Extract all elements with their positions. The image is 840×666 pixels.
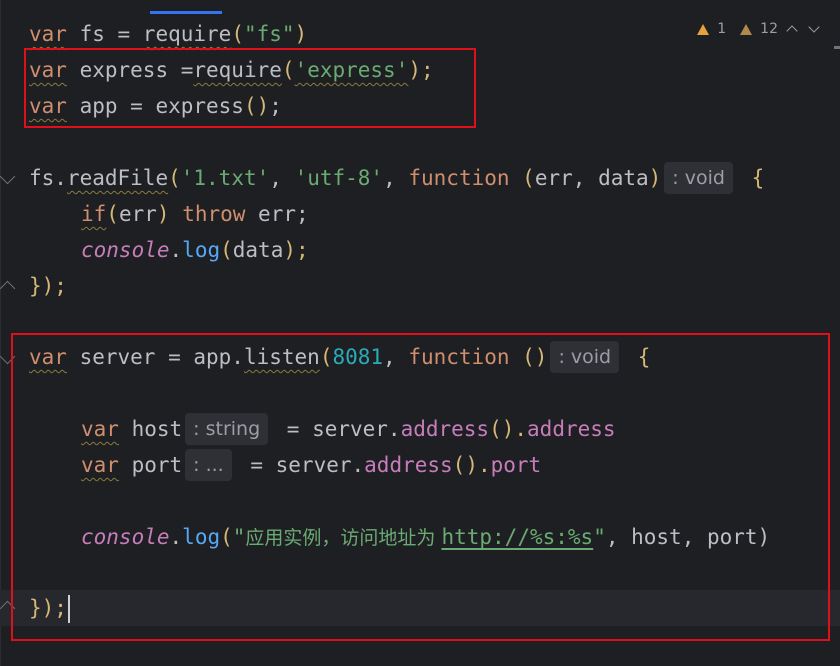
parameter: err — [534, 166, 573, 190]
paren: ( — [168, 166, 181, 190]
code-line[interactable]: var fs = require("fs") — [29, 16, 307, 52]
paren: ); — [283, 238, 309, 262]
inspections-widget[interactable]: 1 12 — [697, 18, 822, 40]
code-text: err — [118, 202, 157, 226]
method-call: log — [182, 238, 221, 262]
chevron-down-icon[interactable] — [808, 21, 820, 33]
warning-icon — [697, 23, 710, 35]
keyword: if — [81, 202, 107, 226]
string-literal: "fs" — [243, 22, 295, 46]
string-literal: '1.txt' — [180, 166, 270, 190]
paren: ) — [648, 166, 662, 190]
chevron-up-icon[interactable] — [786, 25, 798, 37]
code-editor[interactable]: 1 12 var fs = require("fs") var express … — [0, 0, 840, 666]
code-text: . — [169, 238, 183, 262]
code-text: , — [383, 166, 409, 190]
code-text: fs. — [29, 166, 67, 190]
paren: ) — [294, 22, 308, 46]
string-literal: 'utf-8' — [294, 166, 384, 190]
function-call: require — [142, 22, 232, 46]
function-call: readFile — [66, 166, 169, 190]
active-tab-indicator — [150, 11, 222, 14]
code-text: fs = — [66, 22, 143, 46]
code-line[interactable]: }); — [29, 268, 67, 304]
paren: ( — [220, 238, 233, 262]
code-line[interactable]: if(err) throw err; — [81, 196, 309, 232]
paren: ); — [41, 274, 67, 298]
paren: ( — [509, 166, 535, 190]
weak-warning-icon — [740, 23, 753, 35]
code-text: , — [269, 166, 295, 190]
scrollbar-marker[interactable] — [834, 46, 840, 49]
code-line[interactable]: fs.readFile('1.txt', 'utf-8', function (… — [29, 160, 764, 196]
gutter-divider — [0, 0, 1, 666]
keyword: throw — [169, 202, 246, 226]
keyword: var — [29, 22, 67, 46]
weak-warning-count: 12 — [760, 21, 778, 37]
parameter: data — [598, 166, 649, 190]
code-text: , — [572, 166, 599, 190]
code-text: data — [232, 238, 284, 262]
code-line[interactable]: console.log(data); — [81, 232, 309, 268]
brace: } — [29, 274, 42, 298]
paren: ) — [156, 202, 170, 226]
inlay-type-hint[interactable]: : void — [664, 162, 733, 194]
warning-count: 1 — [717, 21, 727, 37]
paren: ( — [231, 22, 244, 46]
fold-icon[interactable] — [0, 168, 16, 185]
brace: { — [738, 166, 765, 190]
global-object: console — [81, 238, 170, 262]
paren: ( — [106, 202, 119, 226]
fold-end-icon[interactable] — [0, 280, 16, 297]
highlight-box-express-import — [24, 48, 476, 128]
code-text: err; — [245, 202, 309, 226]
keyword: function — [408, 166, 510, 190]
highlight-box-server-listen — [11, 333, 830, 641]
